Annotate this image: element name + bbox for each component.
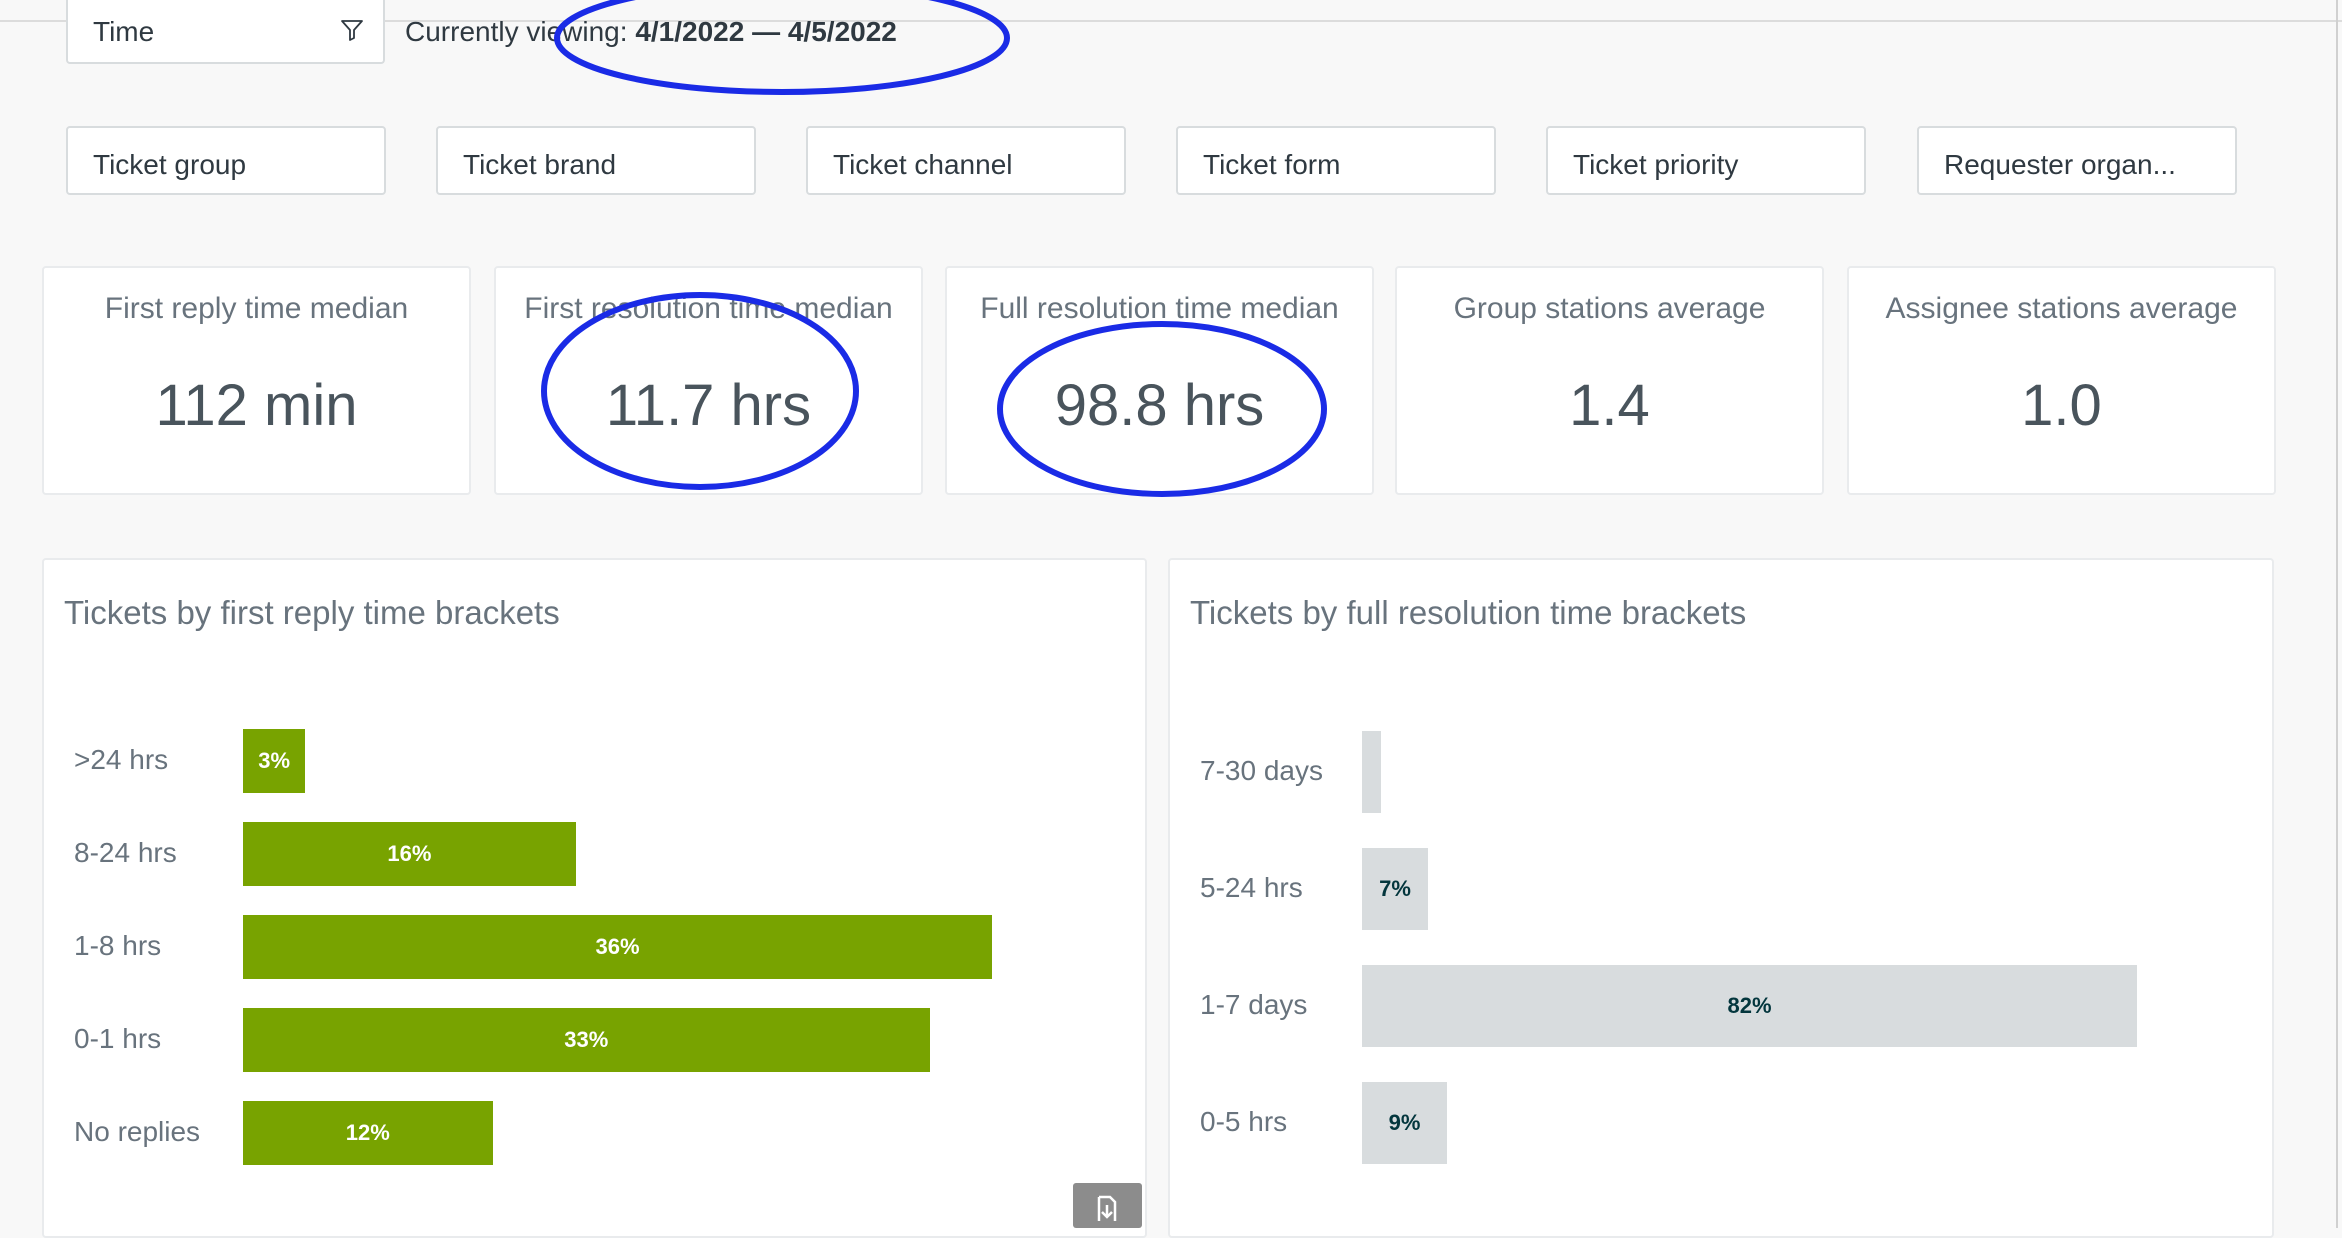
- annotation-ellipse: [997, 321, 1327, 497]
- annotation-ellipse: [554, 0, 1010, 95]
- annotation-ellipse: [541, 292, 859, 490]
- annotation-overlay: [541, 0, 1327, 497]
